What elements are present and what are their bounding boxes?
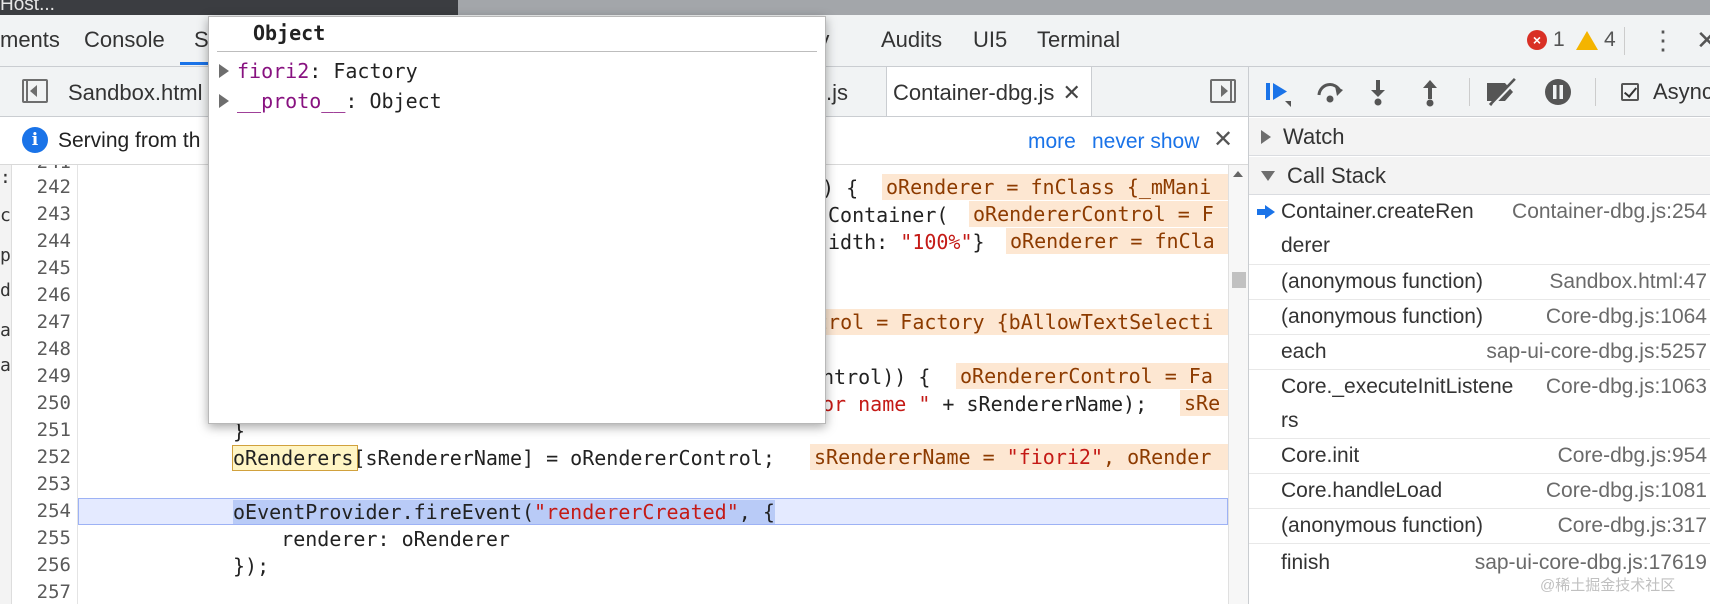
line-number[interactable]: 249: [11, 365, 71, 387]
info-bar-text: Serving from th: [58, 129, 201, 152]
scrollbar-thumb[interactable]: [1232, 272, 1246, 288]
inline-value: sRendererName = "fiori2", oRender: [810, 444, 1228, 470]
line-number[interactable]: 241: [11, 165, 71, 173]
code-line: or name " + sRendererName);: [822, 392, 1148, 416]
line-number[interactable]: 245: [11, 257, 71, 279]
file-tab-sandbox[interactable]: Sandbox.html: [68, 67, 203, 116]
file-tab-container-dbg[interactable]: Container-dbg.js ✕: [886, 67, 1092, 116]
deactivate-breakpoints-icon[interactable]: [1485, 77, 1519, 107]
line-number[interactable]: 256: [11, 554, 71, 576]
code-line: ntrol)) {: [822, 365, 931, 389]
callstack-frame[interactable]: Core.init Core-dbg.js:954: [1249, 439, 1710, 474]
tab-audits[interactable]: Audits: [881, 27, 942, 53]
step-into-icon[interactable]: [1363, 77, 1393, 107]
inline-value: sRe: [1180, 390, 1228, 416]
line-number[interactable]: 252: [11, 446, 71, 468]
line-number[interactable]: 255: [11, 527, 71, 549]
inline-value: oRendererControl = Fa: [956, 363, 1228, 389]
line-number[interactable]: 243: [11, 203, 71, 225]
code-line: oRenderers[sRendererName] = oRendererCon…: [233, 446, 775, 470]
inline-value: oRenderer = fnCla: [1006, 228, 1228, 254]
watermark: @稀土掘金技术社区: [1540, 577, 1676, 594]
object-preview-popover[interactable]: Object fiori2: Factory __proto__: Object: [208, 16, 826, 424]
checkbox-checked-icon[interactable]: [1621, 83, 1639, 101]
inline-value: oRenderer = fnClass {_mMani: [882, 174, 1228, 200]
line-number[interactable]: 254: [11, 500, 71, 522]
line-number[interactable]: 246: [11, 284, 71, 306]
callstack-frame[interactable]: (anonymous function) Core-dbg.js:317: [1249, 509, 1710, 544]
callstack-section-header[interactable]: Call Stack: [1249, 157, 1710, 195]
code-line: ) {: [822, 176, 859, 200]
more-options-icon[interactable]: ⋮: [1650, 27, 1676, 53]
expand-triangle-icon[interactable]: [219, 94, 229, 108]
line-number[interactable]: 242: [11, 176, 71, 198]
popover-title: Object: [253, 21, 326, 45]
expand-triangle-icon[interactable]: [219, 64, 229, 78]
line-number[interactable]: 250: [11, 392, 71, 414]
toggle-debugger-icon[interactable]: [1210, 79, 1236, 103]
hovered-token[interactable]: oRenderers: [233, 446, 353, 470]
line-number[interactable]: 244: [11, 230, 71, 252]
popover-property-row[interactable]: __proto__: Object: [219, 89, 442, 113]
tab-ui5[interactable]: UI5: [973, 27, 1007, 53]
line-number[interactable]: 248: [11, 338, 71, 360]
line-number[interactable]: 257: [11, 581, 71, 603]
inline-value: trol = Factory {bAllowTextSelecti: [812, 309, 1228, 335]
callstack-frame[interactable]: (anonymous function) Sandbox.html:47: [1249, 265, 1710, 300]
code-line: renderer: oRenderer: [233, 527, 510, 551]
code-line: idth: "100%"}: [828, 230, 985, 254]
warning-icon: [1576, 30, 1598, 50]
close-infobar-icon[interactable]: ✕: [1213, 125, 1233, 154]
code-line: Container(: [828, 203, 949, 227]
tab-terminal[interactable]: Terminal: [1037, 27, 1120, 53]
step-out-icon[interactable]: [1415, 77, 1445, 107]
tab-elements[interactable]: ments: [0, 27, 60, 53]
callstack-frame-current[interactable]: Container.createRen derer Container-dbg.…: [1249, 196, 1710, 265]
pause-on-exceptions-icon[interactable]: [1543, 77, 1573, 107]
tab-console[interactable]: Console: [84, 27, 165, 53]
expanded-arrow-icon: [1261, 170, 1275, 181]
never-show-link[interactable]: never show: [1092, 130, 1199, 154]
tab-sources-active-indicator: [180, 62, 210, 65]
line-number[interactable]: 251: [11, 419, 71, 441]
warning-count-badge[interactable]: 4: [1576, 28, 1616, 52]
line-number[interactable]: 253: [11, 473, 71, 495]
code-line-selected: oEventProvider.fireEvent("rendererCreate…: [233, 500, 775, 524]
window-title: Host...: [0, 0, 55, 15]
close-devtools-icon[interactable]: ✕: [1696, 25, 1710, 56]
current-frame-arrow-icon: [1257, 205, 1275, 219]
file-tab-js[interactable]: .js: [826, 67, 848, 116]
inline-value: oRendererControl = F: [969, 201, 1228, 227]
popover-property-row[interactable]: fiori2: Factory: [219, 59, 418, 83]
callstack-frame[interactable]: Core._executeInitListene rs Core-dbg.js:…: [1249, 370, 1710, 439]
callstack-frame[interactable]: Core.handleLoad Core-dbg.js:1081: [1249, 474, 1710, 509]
info-icon: i: [22, 127, 48, 153]
callstack-frame[interactable]: each sap-ui-core-dbg.js:5257: [1249, 335, 1710, 370]
step-over-icon[interactable]: [1315, 77, 1345, 107]
debugger-sidebar: Async Watch Call Stack Container.createR…: [1248, 67, 1710, 604]
collapsed-arrow-icon: [1261, 129, 1271, 144]
error-icon: ×: [1527, 30, 1547, 50]
window-titlebar: Host...: [0, 0, 1710, 15]
debugger-toolbar: Async: [1249, 67, 1710, 117]
watch-section-header[interactable]: Watch: [1249, 118, 1710, 156]
close-tab-icon[interactable]: ✕: [1062, 80, 1080, 105]
toggle-navigator-icon[interactable]: [22, 79, 48, 103]
more-link[interactable]: more: [1028, 130, 1076, 154]
error-count-badge[interactable]: × 1: [1527, 28, 1565, 52]
code-line: });: [233, 554, 270, 578]
async-checkbox[interactable]: Async: [1621, 79, 1710, 105]
line-number[interactable]: 247: [11, 311, 71, 333]
line-number-gutter[interactable]: 241 242 243 244 245 246 247 248 249 250 …: [12, 165, 78, 604]
callstack-frame[interactable]: (anonymous function) Core-dbg.js:1064: [1249, 300, 1710, 335]
resume-icon[interactable]: [1263, 77, 1293, 107]
editor-scrollbar[interactable]: [1228, 165, 1248, 604]
scroll-up-icon: [1233, 171, 1243, 177]
